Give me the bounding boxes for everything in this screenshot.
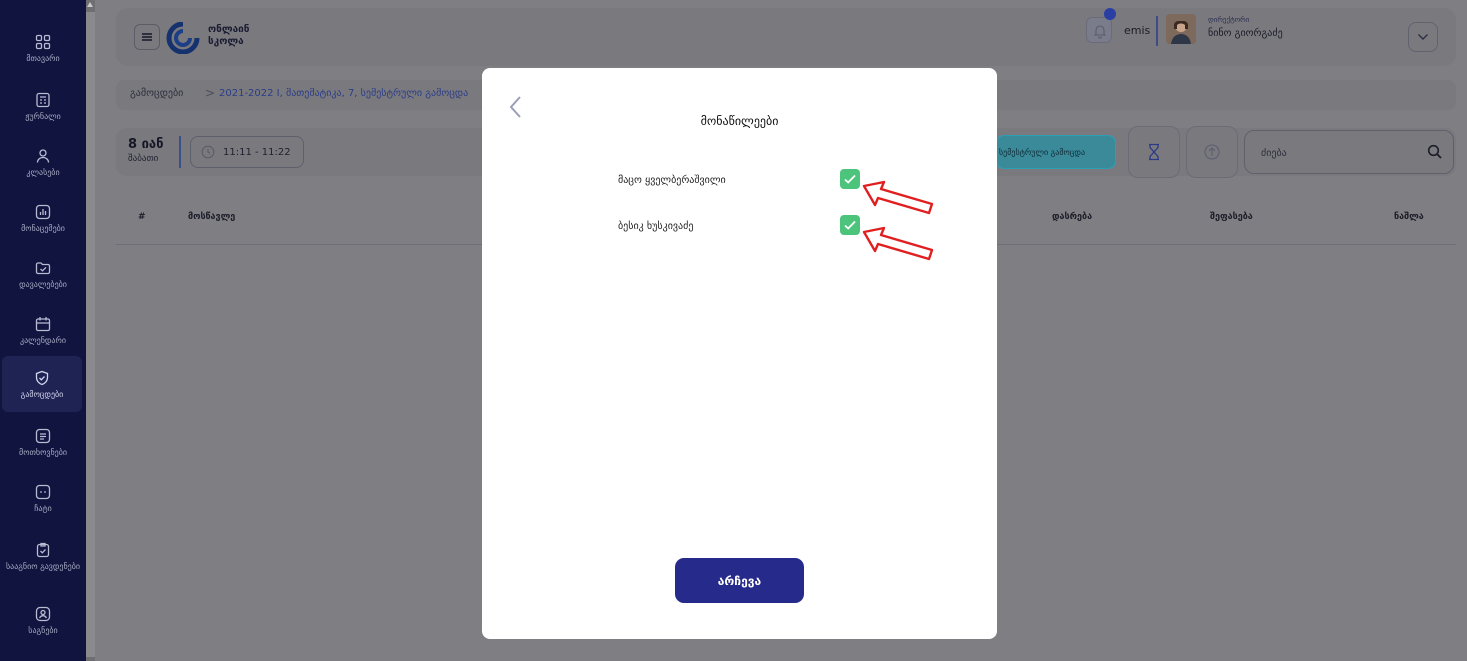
- sidebar-item-label: მოთხოვნები: [19, 447, 67, 457]
- column-header-attendance: დასრება: [1052, 212, 1093, 222]
- user-name: ნინო გიორგაძე: [1208, 28, 1283, 39]
- exam-date: 8 იან: [128, 137, 164, 152]
- date-divider: [179, 136, 181, 168]
- sidebar-item-label: კალენდარი: [19, 335, 66, 345]
- sidebar-item-label: საგნები: [28, 625, 58, 635]
- book-icon: [35, 606, 51, 622]
- column-header-student: მოსწავლე: [188, 212, 236, 222]
- grid-icon: [35, 34, 51, 50]
- semester-exam-button[interactable]: სემესტრული გამოცდა: [996, 135, 1116, 169]
- checkmark-icon: [844, 220, 856, 230]
- upload-icon: [1204, 144, 1220, 160]
- column-header-number: #: [138, 212, 146, 222]
- sidebar-item-label: კლასები: [26, 167, 60, 177]
- sidebar-item-data[interactable]: მონაცემები: [0, 190, 86, 246]
- calendar-icon: [35, 316, 51, 332]
- sidebar-item-label: მონაცემები: [21, 223, 65, 233]
- time-range-text: 11:11 - 11:22: [223, 146, 291, 158]
- avatar[interactable]: [1166, 14, 1196, 44]
- chat-icon: [35, 484, 51, 500]
- clipboard-check-icon: [35, 542, 51, 558]
- choose-button[interactable]: არჩევა: [675, 558, 804, 603]
- sidebar-item-journal[interactable]: ჟურნალი: [0, 78, 86, 134]
- chart-icon: [35, 204, 51, 220]
- clock-icon: [201, 145, 215, 159]
- avatar-photo-icon: [1166, 14, 1196, 44]
- document-icon: [35, 428, 51, 444]
- journal-icon: [35, 92, 51, 108]
- sidebar-item-label: ჟურნალი: [25, 111, 61, 121]
- sidebar-item-requests[interactable]: მოთხოვნები: [0, 414, 86, 470]
- breadcrumb-root-link[interactable]: გამოცდები: [130, 88, 183, 99]
- logo-text: ონლაინ სკოლა: [208, 24, 250, 47]
- breadcrumb-current: 2021-2022 I, მათემატიკა, 7, სემესტრული გ…: [219, 88, 469, 99]
- scroll-up-arrow-icon[interactable]: [87, 2, 93, 7]
- participant-checkbox[interactable]: [840, 169, 860, 189]
- search-input[interactable]: [1261, 143, 1411, 163]
- participant-name: ბესიკ ხუსკივაძე: [618, 220, 694, 232]
- sidebar: მთავარი ჟურნალი კლასები მონაცემები დავალ…: [0, 0, 95, 661]
- sidebar-item-label: გამოცდები: [20, 389, 64, 399]
- user-role: დირექტორი: [1208, 16, 1250, 24]
- timer-button[interactable]: [1128, 126, 1180, 178]
- modal-title: მონაწილეები: [700, 114, 779, 128]
- sidebar-item-label: ჩატი: [34, 503, 52, 513]
- breadcrumb-separator: >: [205, 86, 216, 100]
- sidebar-scrollbar[interactable]: [86, 0, 95, 661]
- time-range-chip: 11:11 - 11:22: [190, 136, 304, 168]
- sidebar-item-calendar[interactable]: კალენდარი: [0, 302, 86, 358]
- hourglass-icon: [1149, 143, 1159, 161]
- upload-button[interactable]: [1186, 126, 1238, 178]
- logo-icon: [166, 22, 200, 54]
- search-icon[interactable]: [1427, 144, 1443, 160]
- user-menu-button[interactable]: [1408, 22, 1438, 52]
- column-header-delete: ნაშლა: [1394, 212, 1424, 222]
- checkmark-icon: [844, 174, 856, 184]
- folder-check-icon: [35, 260, 51, 276]
- user-short-name: emis: [1124, 24, 1151, 37]
- notifications-button[interactable]: [1086, 17, 1112, 43]
- menu-toggle-button[interactable]: [134, 24, 160, 50]
- column-header-grade: შეფასება: [1210, 212, 1253, 222]
- bell-icon: [1093, 25, 1107, 39]
- participant-name: მაცო ყველბერაშვილი: [618, 174, 726, 186]
- annotation-arrow-icon: [862, 180, 934, 215]
- sidebar-item-label: მთავარი: [26, 53, 60, 63]
- scrollbar-thumb[interactable]: [86, 12, 95, 657]
- participants-modal: მონაწილეები მაცო ყველბერაშვილი ბესიკ ხუს…: [482, 68, 997, 639]
- participant-row: მაცო ყველბერაშვილი: [618, 168, 868, 192]
- sidebar-item-subjects[interactable]: საგნები: [0, 592, 86, 648]
- notification-badge: [1104, 8, 1116, 20]
- header-divider: [1156, 16, 1158, 46]
- sidebar-item-label: სააგნიო გავდენები: [5, 561, 81, 571]
- sidebar-item-assignments[interactable]: დავალებები: [0, 246, 86, 302]
- search-box: [1244, 130, 1454, 174]
- sidebar-item-label: დავალებები: [19, 279, 67, 289]
- shield-check-icon: [34, 370, 50, 386]
- sidebar-item-exams[interactable]: გამოცდები: [2, 356, 82, 412]
- sidebar-item-classes[interactable]: კლასები: [0, 134, 86, 190]
- annotation-arrow-icon: [862, 226, 934, 261]
- chevron-down-icon: [1418, 34, 1428, 40]
- sidebar-item-plans[interactable]: სააგნიო გავდენები: [0, 528, 86, 584]
- user-icon: [35, 148, 51, 164]
- hamburger-icon: [142, 33, 152, 41]
- exam-weekday: შაბათი: [128, 154, 159, 164]
- sidebar-item-home[interactable]: მთავარი: [0, 20, 86, 76]
- participant-checkbox[interactable]: [840, 215, 860, 235]
- sidebar-item-chat[interactable]: ჩატი: [0, 470, 86, 526]
- participant-row: ბესიკ ხუსკივაძე: [618, 214, 868, 238]
